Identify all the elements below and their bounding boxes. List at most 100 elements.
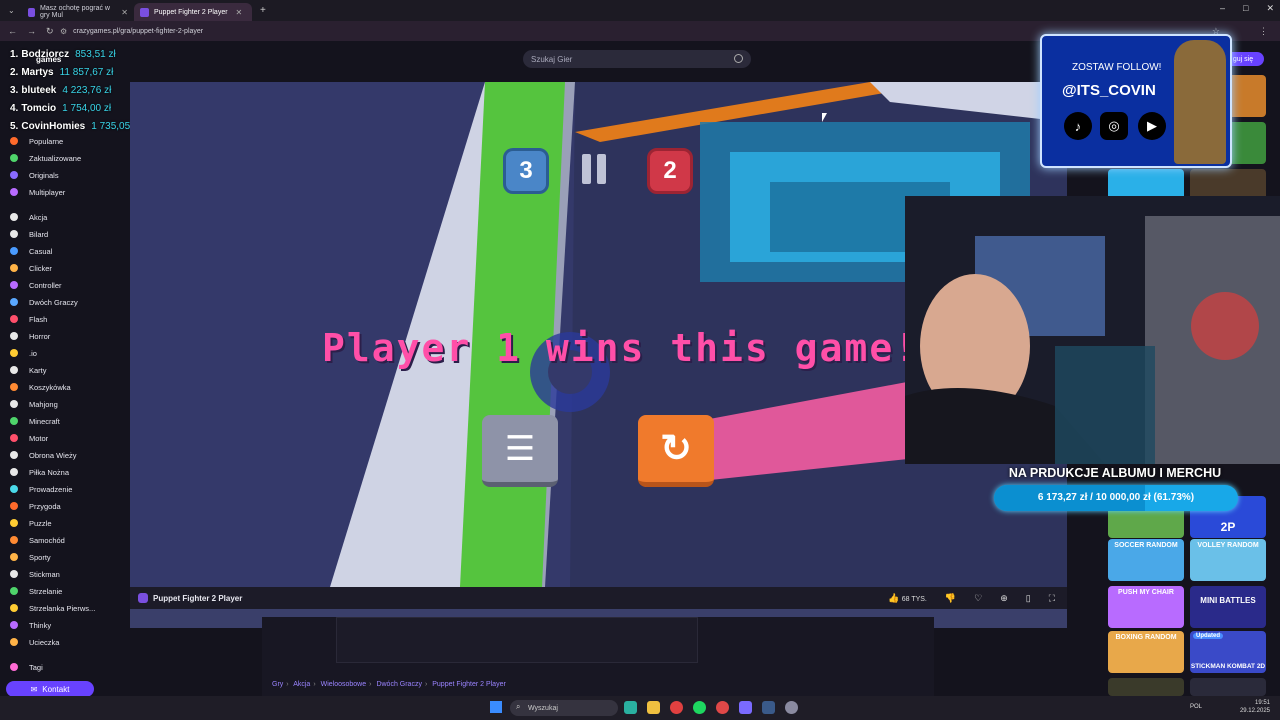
sidebar-item-dwóch-graczy[interactable]: Dwóch Graczy — [10, 295, 78, 309]
game-thumbnail[interactable] — [1228, 122, 1266, 164]
chrome-icon[interactable] — [670, 701, 683, 714]
thumbs-down-icon[interactable]: 👎 — [945, 593, 956, 604]
reload-icon[interactable]: ↻ — [46, 26, 54, 37]
sidebar-item-mahjong[interactable]: Mahjong — [10, 397, 58, 411]
leaderboard-name: Bodziorcz — [21, 49, 70, 60]
site-info-icon[interactable]: ⚙ — [60, 27, 67, 36]
sidebar-item-zaktualizowane[interactable]: Zaktualizowane — [10, 151, 81, 165]
sidebar-item-thinky[interactable]: Thinky — [10, 618, 51, 632]
sidebar-item-prowadzenie[interactable]: Prowadzenie — [10, 482, 72, 496]
forward-icon[interactable]: → — [27, 26, 36, 37]
game-thumbnail[interactable] — [1228, 75, 1266, 117]
pause-button[interactable] — [582, 154, 610, 188]
game-thumbnail[interactable]: MINI BATTLES — [1190, 586, 1266, 628]
breadcrumb-item[interactable]: Gry — [272, 681, 283, 688]
sidebar-item-originals[interactable]: Originals — [10, 168, 59, 182]
close-window-icon[interactable]: ✕ — [1266, 3, 1274, 14]
sidebar-item-label: Koszykówka — [29, 382, 71, 392]
menu-dots-icon[interactable]: ⋮ — [1259, 26, 1268, 37]
player2-score-value: 2 — [663, 157, 677, 184]
sidebar-item-label: Prowadzenie — [29, 484, 73, 494]
browser-tab-2[interactable]: Puppet Fighter 2 Player ✕ — [134, 3, 252, 21]
contact-button[interactable]: ✉ Kontakt — [6, 681, 94, 697]
file-explorer-icon[interactable] — [647, 701, 660, 714]
sidebar-item-karty[interactable]: Karty — [10, 363, 47, 377]
sidebar-item-multiplayer[interactable]: Multiplayer — [10, 185, 65, 199]
steam-icon[interactable] — [762, 701, 775, 714]
like-button[interactable]: 👍 68 TYS. — [888, 593, 927, 604]
sidebar-item-motor[interactable]: Motor — [10, 431, 48, 445]
maximize-icon[interactable]: □ — [1243, 3, 1248, 14]
search-input[interactable]: Szukaj Gier — [523, 50, 751, 68]
taskbar: ⌕ Wyszukaj POL 19:51 29.12.2025 — [0, 696, 1280, 720]
app-icon[interactable] — [624, 701, 637, 714]
sidebar-item-flash[interactable]: Flash — [10, 312, 47, 326]
close-tab-icon[interactable]: ✕ — [236, 8, 243, 17]
sidebar-item-obrona-wieży[interactable]: Obrona Wieży — [10, 448, 77, 462]
cursor-icon — [10, 264, 18, 272]
taskbar-search-input[interactable]: ⌕ Wyszukaj — [510, 700, 618, 716]
mobile-icon[interactable]: ▯ — [1026, 593, 1031, 604]
sidebar-item--io[interactable]: .io — [10, 346, 37, 360]
sidebar: games Popularne Zaktualizowane Originals Mu… — [0, 41, 100, 697]
windows-start-icon[interactable] — [490, 701, 502, 713]
breadcrumb-item[interactable]: Wieloosobowe — [321, 681, 367, 688]
sidebar-item-akcja[interactable]: Akcja — [10, 210, 47, 224]
game-thumbnail[interactable]: PUSH MY CHAIR — [1108, 586, 1184, 628]
settings-icon[interactable] — [785, 701, 798, 714]
breadcrumb-item[interactable]: Puppet Fighter 2 Player — [432, 681, 506, 688]
keyboard-language[interactable]: POL — [1190, 704, 1202, 710]
game-thumbnail[interactable]: VOLLEY RANDOM — [1190, 539, 1266, 581]
sidebar-item-ucieczka[interactable]: Ucieczka — [10, 635, 59, 649]
heart-icon[interactable]: ♡ — [974, 593, 982, 604]
sidebar-item-popularne[interactable]: Popularne — [10, 134, 63, 148]
game-thumbnail-label: BOXING RANDOM — [1115, 634, 1177, 641]
sidebar-item-label: Przygoda — [29, 501, 61, 511]
sidebar-item-piłka-nożna[interactable]: Piłka Nożna — [10, 465, 69, 479]
breadcrumb-item[interactable]: Dwóch Graczy — [376, 681, 422, 688]
tab-list-icon[interactable]: ⌄ — [0, 6, 22, 15]
sidebar-item-przygoda[interactable]: Przygoda — [10, 499, 61, 513]
fullscreen-icon[interactable]: ⛶ — [1049, 593, 1055, 604]
sidebar-item-puzzle[interactable]: Puzzle — [10, 516, 52, 530]
sidebar-item-casual[interactable]: Casual — [10, 244, 52, 258]
breadcrumb-item[interactable]: Akcja — [293, 681, 310, 688]
spotify-icon[interactable] — [693, 701, 706, 714]
sidebar-item-tagi[interactable]: Tagi — [10, 660, 43, 674]
sidebar-item-horror[interactable]: Horror — [10, 329, 50, 343]
sidebar-item-strzelanka-pierws[interactable]: Strzelanka Pierws... — [10, 601, 95, 615]
sidebar-item-controller[interactable]: Controller — [10, 278, 62, 292]
sidebar-item-clicker[interactable]: Clicker — [10, 261, 52, 275]
game-thumbnail[interactable]: SOCCER RANDOM — [1108, 539, 1184, 581]
back-icon[interactable]: ← — [8, 26, 17, 37]
game-thumbnail[interactable]: Updated STICKMAN KOMBAT 2D — [1190, 631, 1266, 673]
level-menu-button[interactable]: ☰ — [482, 415, 558, 487]
instagram-icon: ◎ — [1100, 112, 1128, 140]
sidebar-item-koszykówka[interactable]: Koszykówka — [10, 380, 71, 394]
new-tab-icon[interactable]: + — [260, 5, 266, 16]
crazygames-favicon-icon — [140, 7, 149, 17]
close-tab-icon[interactable]: ✕ — [121, 8, 128, 17]
leaderboard-name: Tomcio — [21, 103, 57, 114]
sidebar-item-minecraft[interactable]: Minecraft — [10, 414, 60, 428]
sidebar-item-strzelanie[interactable]: Strzelanie — [10, 584, 62, 598]
sidebar-item-bilard[interactable]: Bilard — [10, 227, 48, 241]
game-thumbnail-label: SOCCER RANDOM — [1114, 542, 1178, 549]
system-clock[interactable]: 19:51 29.12.2025 — [1240, 699, 1270, 715]
share-icon[interactable]: ⊕ — [1000, 593, 1008, 604]
sidebar-item-label: Originals — [29, 170, 59, 180]
minimize-icon[interactable]: – — [1220, 3, 1225, 14]
game-thumbnail[interactable] — [1108, 678, 1184, 696]
browser-tab-1[interactable]: Masz ochotę pograć w gry Mul ✕ — [22, 3, 134, 21]
obs-icon[interactable] — [716, 701, 729, 714]
restart-button[interactable]: ↻ — [638, 415, 714, 487]
sidebar-item-sporty[interactable]: Sporty — [10, 550, 51, 564]
refresh-icon — [10, 154, 18, 162]
game-thumbnail[interactable]: BOXING RANDOM — [1108, 631, 1184, 673]
sidebar-item-samochód[interactable]: Samochód — [10, 533, 65, 547]
sidebar-item-stickman[interactable]: Stickman — [10, 567, 60, 581]
url-field[interactable]: crazygames.pl/gra/puppet-fighter-2-playe… — [73, 28, 203, 35]
game-thumbnail[interactable] — [1190, 678, 1266, 696]
discord-icon[interactable] — [739, 701, 752, 714]
clock-time: 19:51 — [1254, 700, 1270, 706]
